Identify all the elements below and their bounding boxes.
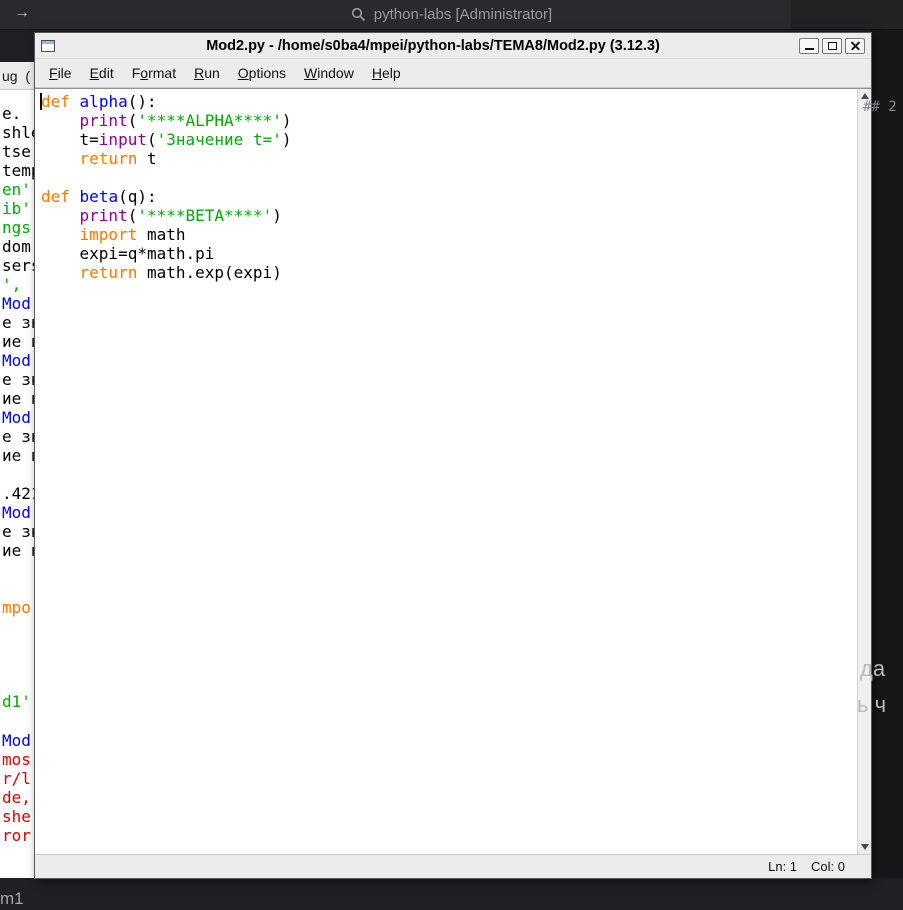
arrow-up-icon <box>861 93 869 99</box>
maximize-icon <box>828 42 837 50</box>
background-code-fragment: sers <box>2 256 35 275</box>
background-code-fragment: ие п <box>2 446 35 465</box>
background-code-fragment: mpo <box>2 598 31 617</box>
background-code-fragment: е зн <box>2 427 35 446</box>
taskbar[interactable]: → python-labs [Administrator] <box>0 0 903 30</box>
status-line: Ln: 1 <box>768 859 797 874</box>
background-code-fragment: Mod <box>2 351 31 370</box>
menu-item-format[interactable]: Format <box>123 65 185 81</box>
background-code-fragment: е зн <box>2 313 35 332</box>
desktop-background <box>871 30 903 878</box>
menu-item-options[interactable]: Options <box>229 65 295 81</box>
background-code-fragment: she <box>2 807 31 826</box>
background-code-fragment: shle <box>2 123 35 142</box>
code-line: def beta(q): <box>41 187 855 206</box>
background-code-fragment: ие п <box>2 389 35 408</box>
close-icon <box>850 40 861 51</box>
background-code-fragment: dom <box>2 237 31 256</box>
idle-editor-window: Mod2.py - /home/s0ba4/mpei/python-labs/T… <box>35 33 871 878</box>
background-window[interactable]: ug ( e. (shletsetempen'ib'ngsdomsers',Mo… <box>0 62 35 878</box>
status-col: Col: 0 <box>811 859 845 874</box>
code-line: return math.exp(expi) <box>41 263 855 282</box>
background-code-fragment: ие п <box>2 332 35 351</box>
background-code-fragment: е зн <box>2 370 35 389</box>
scroll-down-button[interactable] <box>858 840 872 854</box>
background-code-fragment: r/l <box>2 769 31 788</box>
code-line: print('****ALPHA****') <box>41 111 855 130</box>
background-code-fragment: e. ( <box>2 104 35 123</box>
background-code-fragment: ие п <box>2 541 35 560</box>
taskbar-title: python-labs [Administrator] <box>374 6 552 23</box>
code-line: t=input('Значение t=') <box>41 130 855 149</box>
background-code-fragment: е зн <box>2 522 35 541</box>
search-icon <box>351 7 366 22</box>
window-title: Mod2.py - /home/s0ba4/mpei/python-labs/T… <box>75 38 791 54</box>
code-line: import math <box>41 225 855 244</box>
close-button[interactable] <box>845 38 865 54</box>
background-code-fragment: de, <box>2 788 31 807</box>
code-line: return t <box>41 149 855 168</box>
window-controls <box>799 38 865 54</box>
background-code-fragment: Mod <box>2 731 31 750</box>
background-code-fragment: ib' <box>2 199 31 218</box>
menu-bar: FileEditFormatRunOptionsWindowHelp <box>35 59 871 88</box>
code-line: expi=q*math.pi <box>41 244 855 263</box>
minimize-button[interactable] <box>799 38 819 54</box>
background-code-fragment: .421 <box>2 484 35 503</box>
menu-item-window[interactable]: Window <box>295 65 363 81</box>
background-text-fragment: m1 <box>0 889 24 909</box>
code-line: print('****BETA****') <box>41 206 855 225</box>
background-code-fragment: Mod <box>2 408 31 427</box>
window-icon <box>41 40 55 52</box>
menu-item-edit[interactable]: Edit <box>81 65 123 81</box>
code-line: def alpha(): <box>41 92 855 111</box>
background-code-fragment: mos <box>2 750 31 769</box>
maximize-button[interactable] <box>822 38 842 54</box>
status-bar: Ln: 1 Col: 0 <box>35 854 871 878</box>
menu-item-run[interactable]: Run <box>185 65 229 81</box>
arrow-icon[interactable]: → <box>14 4 30 22</box>
background-code-fragment: temp <box>2 161 35 180</box>
scroll-up-button[interactable] <box>858 89 872 103</box>
editor-code: def alpha(): print('****ALPHA****') t=in… <box>41 92 855 282</box>
background-code-fragment: ngs <box>2 218 31 237</box>
background-code-fragment: en' <box>2 180 31 199</box>
menu-item-file[interactable]: File <box>40 65 81 81</box>
code-line <box>41 168 855 187</box>
title-bar[interactable]: Mod2.py - /home/s0ba4/mpei/python-labs/T… <box>35 33 871 59</box>
background-code-fragment: ror <box>2 826 31 845</box>
background-code-fragment: ', <box>2 275 21 294</box>
background-code-fragment: tse <box>2 142 31 161</box>
background-code-fragment: Mod <box>2 294 31 313</box>
background-code-fragment: d1' <box>2 692 31 711</box>
background-code-fragment: Mod <box>2 503 31 522</box>
scrollbar[interactable] <box>857 89 871 854</box>
background-window-text: e. (shletsetempen'ib'ngsdomsers',Modе зн… <box>0 62 35 878</box>
minimize-icon <box>805 48 814 50</box>
editor[interactable]: def alpha(): print('****ALPHA****') t=in… <box>35 88 871 854</box>
menu-item-help[interactable]: Help <box>363 65 410 81</box>
arrow-down-icon <box>861 844 869 850</box>
